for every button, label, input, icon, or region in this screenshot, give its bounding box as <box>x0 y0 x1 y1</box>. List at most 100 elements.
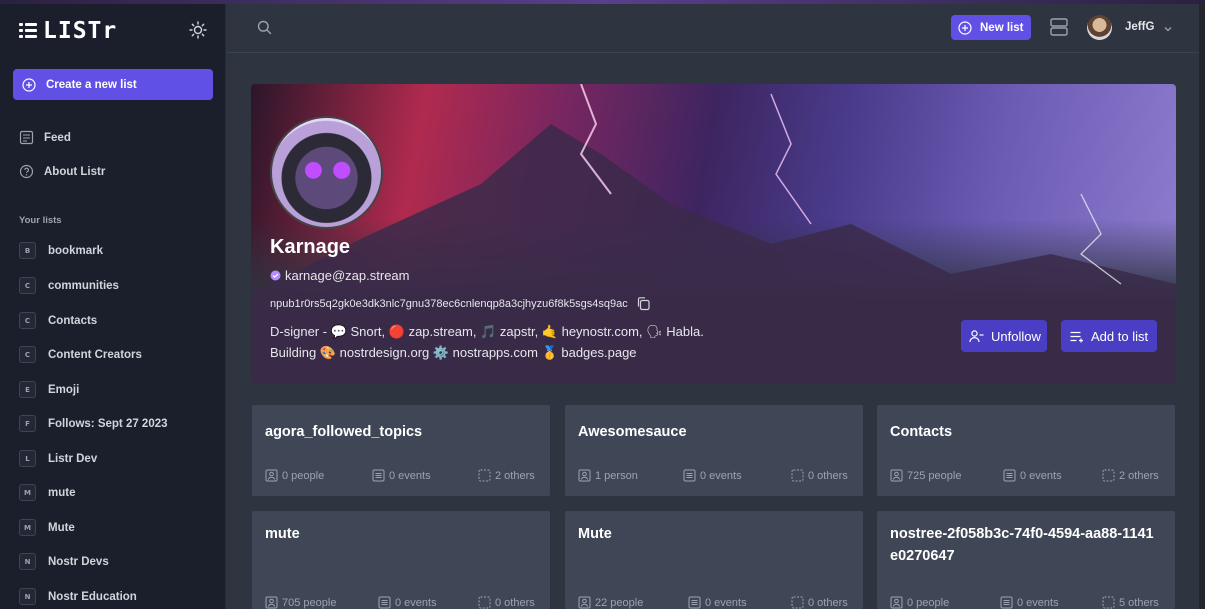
sidebar-list-content-creators[interactable]: C Content Creators <box>19 346 142 363</box>
others-count-label: 2 others <box>495 469 535 482</box>
window-edge <box>1199 4 1205 609</box>
profile-avatar <box>270 116 383 229</box>
new-list-button[interactable]: New list <box>951 15 1031 40</box>
person-icon <box>890 596 903 609</box>
list-card-title: Mute <box>578 526 612 542</box>
others-count: 0 others <box>791 469 848 482</box>
user-avatar[interactable] <box>1087 15 1112 40</box>
create-new-list-button[interactable]: Create a new list <box>13 69 213 100</box>
list-initial-badge: N <box>19 588 36 605</box>
list-label: Emoji <box>48 383 80 396</box>
list-card-title: Contacts <box>890 424 953 440</box>
list-card[interactable]: agora_followed_topics 0 people 0 events … <box>252 405 550 496</box>
dashed-square-icon <box>1102 596 1115 609</box>
chevron-down-icon[interactable] <box>1163 21 1173 39</box>
events-count: 0 events <box>1003 469 1062 482</box>
add-to-list-button[interactable]: Add to list <box>1061 320 1157 352</box>
events-count: 0 events <box>683 469 742 482</box>
list-label: Content Creators <box>48 348 142 361</box>
npub-row: npub1r0rs5q2gk0e3dk3nlc7gnu378ec6cnlenqp… <box>270 296 651 311</box>
sidebar-list-follows[interactable]: F Follows: Sept 27 2023 <box>19 415 168 432</box>
list-label: Nostr Devs <box>48 555 109 568</box>
list-initial-badge: B <box>19 242 36 259</box>
list-initial-badge: L <box>19 450 36 467</box>
events-count-label: 0 events <box>1017 596 1059 609</box>
top-bar: New list JeffG <box>227 4 1199 53</box>
sidebar-list-listr-dev[interactable]: L Listr Dev <box>19 450 97 467</box>
people-count: 705 people <box>265 596 336 609</box>
sidebar-list-mute-lower[interactable]: Mmute <box>19 484 75 501</box>
nav-item-about[interactable]: About Listr <box>19 164 105 179</box>
nip05-row: karnage@zap.stream <box>270 268 409 283</box>
theme-toggle-sun-icon[interactable] <box>187 19 209 41</box>
sidebar-list-contacts[interactable]: C Contacts <box>19 312 97 329</box>
person-icon <box>265 469 278 482</box>
dashed-square-icon <box>791 469 804 482</box>
list-initial-badge: E <box>19 381 36 398</box>
sidebar-list-nostr-education[interactable]: N Nostr Education <box>19 588 137 605</box>
sidebar-list-emoji[interactable]: E Emoji <box>19 381 79 398</box>
nav-item-label: Feed <box>44 131 71 144</box>
list-card-title: nostree-2f058b3c-74f0-4594-aa88-1141e027… <box>890 526 1154 564</box>
list-card-title: mute <box>265 526 300 542</box>
sidebar-list-communities[interactable]: Ccommunities <box>19 277 119 294</box>
others-count: 2 others <box>1102 469 1159 482</box>
events-count-label: 0 events <box>395 596 437 609</box>
people-count: 22 people <box>578 596 643 609</box>
search-icon[interactable] <box>257 20 272 40</box>
list-card[interactable]: Mute 22 people 0 events 0 others <box>565 511 863 609</box>
list-label: Follows: Sept 27 2023 <box>48 417 168 430</box>
app-logo[interactable]: LISTr <box>19 18 117 44</box>
document-icon <box>688 596 701 609</box>
list-label: bookmark <box>48 244 103 257</box>
person-icon <box>578 469 591 482</box>
others-count-label: 0 others <box>808 596 848 609</box>
profile-name: Karnage <box>270 236 351 258</box>
list-card[interactable]: mute 705 people 0 events 0 others <box>252 511 550 609</box>
people-count-label: 0 people <box>907 596 950 609</box>
others-count: 5 others <box>1102 596 1159 609</box>
nav-item-feed[interactable]: Feed <box>19 130 71 145</box>
dashed-square-icon <box>791 596 804 609</box>
document-icon <box>1000 596 1013 609</box>
others-count-label: 5 others <box>1119 596 1159 609</box>
events-count-label: 0 events <box>700 469 742 482</box>
logo-list-icon <box>19 23 37 39</box>
list-add-icon <box>1070 331 1083 342</box>
list-card[interactable]: nostree-2f058b3c-74f0-4594-aa88-1141e027… <box>877 511 1175 609</box>
unfollow-button[interactable]: Unfollow <box>961 320 1047 352</box>
dashed-square-icon <box>1102 469 1115 482</box>
new-list-label: New list <box>980 21 1024 34</box>
list-card[interactable]: Contacts 725 people 0 events 2 others <box>877 405 1175 496</box>
people-count: 725 people <box>890 469 961 482</box>
sidebar: LISTr Create a new list Feed About Listr… <box>0 4 226 609</box>
list-initial-badge: C <box>19 277 36 294</box>
list-card[interactable]: Awesomesauce 1 person 0 events 0 others <box>565 405 863 496</box>
document-icon <box>1003 469 1016 482</box>
copy-icon[interactable] <box>636 296 651 311</box>
dashed-square-icon <box>478 596 491 609</box>
people-count: 0 people <box>265 469 324 482</box>
user-name[interactable]: JeffG <box>1125 21 1154 33</box>
document-icon <box>683 469 696 482</box>
your-lists-heading: Your lists <box>19 215 62 226</box>
document-icon <box>378 596 391 609</box>
people-count-label: 0 people <box>282 469 325 482</box>
feed-icon <box>19 130 34 145</box>
sidebar-list-nostr-devs[interactable]: N Nostr Devs <box>19 553 109 570</box>
logo-text: LISTr <box>43 18 118 44</box>
events-count: 0 events <box>378 596 437 609</box>
list-initial-badge: N <box>19 553 36 570</box>
list-label: Nostr Education <box>48 590 137 603</box>
sidebar-list-mute[interactable]: M Mute <box>19 519 75 536</box>
events-count: 0 events <box>372 469 431 482</box>
bio-line: D-signer - 💬 Snort, 🔴 zap.stream, 🎵 zaps… <box>270 324 704 339</box>
list-card-title: Awesomesauce <box>578 424 687 440</box>
sidebar-list-bookmark[interactable]: Bbookmark <box>19 242 103 259</box>
plus-circle-icon <box>958 20 972 35</box>
create-new-list-label: Create a new list <box>46 78 137 91</box>
nav-item-label: About Listr <box>44 165 106 178</box>
events-count-label: 0 events <box>1020 469 1062 482</box>
layout-toggle-icon[interactable] <box>1049 17 1069 42</box>
verified-badge-icon <box>270 270 281 281</box>
